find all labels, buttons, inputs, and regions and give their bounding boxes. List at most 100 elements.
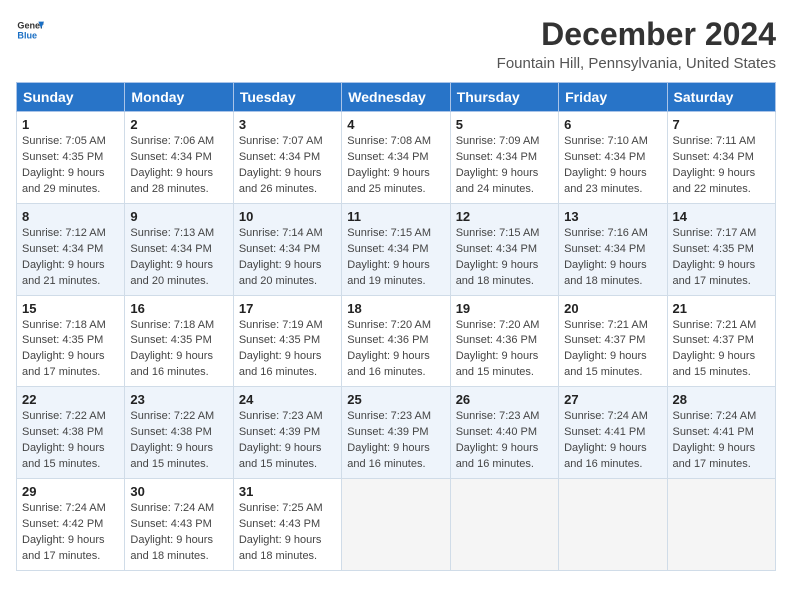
sunrise-text: Sunrise: 7:21 AM	[564, 319, 648, 331]
daylight-text: Daylight: 9 hours and 15 minutes.	[22, 442, 105, 470]
calendar-day-cell: 19Sunrise: 7:20 AMSunset: 4:36 PMDayligh…	[450, 295, 558, 387]
day-number: 7	[673, 117, 770, 132]
sunrise-text: Sunrise: 7:09 AM	[456, 135, 540, 147]
sunset-text: Sunset: 4:37 PM	[673, 334, 754, 346]
calendar-week-row: 22 Sunrise: 7:22 AMSunset: 4:38 PMDayligh…	[17, 387, 776, 479]
day-detail: Sunrise: 7:09 AMSunset: 4:34 PMDaylight:…	[456, 134, 553, 198]
day-number: 16	[130, 301, 227, 316]
calendar-week-row: 15 Sunrise: 7:18 AMSunset: 4:35 PMDayligh…	[17, 295, 776, 387]
sunrise-text: Sunrise: 7:08 AM	[347, 135, 431, 147]
day-detail: Sunrise: 7:24 AM Sunset: 4:42 PM Daylight:…	[22, 501, 119, 565]
day-detail: Sunrise: 7:24 AM Sunset: 4:41 PM Daylight:…	[564, 409, 661, 473]
day-detail: Sunrise: 7:15 AMSunset: 4:34 PMDaylight:…	[456, 226, 553, 290]
daylight-text: Daylight: 9 hours and 15 minutes.	[239, 442, 322, 470]
sunrise-text: Sunrise: 7:05 AM	[22, 135, 106, 147]
day-detail: Sunrise: 7:10 AMSunset: 4:34 PMDaylight:…	[564, 134, 661, 198]
daylight-text: Daylight: 9 hours and 18 minutes.	[564, 259, 647, 287]
day-detail: Sunrise: 7:18 AMSunset: 4:35 PMDaylight:…	[130, 318, 227, 382]
sunset-text: Sunset: 4:34 PM	[456, 243, 537, 255]
weekday-header-sunday: Sunday	[17, 83, 125, 112]
day-number: 17	[239, 301, 336, 316]
calendar-day-cell: 9Sunrise: 7:13 AMSunset: 4:34 PMDaylight…	[125, 203, 233, 295]
sunset-text: Sunset: 4:41 PM	[564, 426, 645, 438]
sunrise-text: Sunrise: 7:11 AM	[673, 135, 756, 147]
day-number: 3	[239, 117, 336, 132]
sunset-text: Sunset: 4:34 PM	[347, 151, 428, 163]
sunrise-text: Sunrise: 7:17 AM	[673, 227, 757, 239]
calendar-day-cell: 16 Sunrise: 7:18 AMSunset: 4:35 PMDayligh…	[125, 295, 233, 387]
sunset-text: Sunset: 4:41 PM	[673, 426, 754, 438]
daylight-text: Daylight: 9 hours and 21 minutes.	[22, 259, 105, 287]
day-detail: Sunrise: 7:22 AMSunset: 4:38 PMDaylight:…	[22, 409, 119, 473]
daylight-text: Daylight: 9 hours and 19 minutes.	[347, 259, 430, 287]
location-title: Fountain Hill, Pennsylvania, United Stat…	[497, 55, 776, 72]
sunset-text: Sunset: 4:38 PM	[22, 426, 103, 438]
sunset-text: Sunset: 4:43 PM	[130, 518, 211, 530]
sunset-text: Sunset: 4:36 PM	[456, 334, 537, 346]
weekday-header-wednesday: Wednesday	[342, 83, 450, 112]
sunset-text: Sunset: 4:40 PM	[456, 426, 537, 438]
day-detail: Sunrise: 7:21 AMSunset: 4:37 PMDaylight:…	[564, 318, 661, 382]
calendar-day-cell: 15Sunrise: 7:18 AMSunset: 4:35 PMDayligh…	[17, 295, 125, 387]
daylight-text: Daylight: 9 hours and 17 minutes.	[673, 259, 756, 287]
day-detail: Sunrise: 7:14 AMSunset: 4:34 PMDaylight:…	[239, 226, 336, 290]
calendar-day-cell: 5Sunrise: 7:09 AMSunset: 4:34 PMDaylight…	[450, 112, 558, 204]
sunset-text: Sunset: 4:34 PM	[130, 151, 211, 163]
sunset-text: Sunset: 4:42 PM	[22, 518, 103, 530]
day-number: 22	[22, 392, 119, 407]
daylight-text: Daylight: 9 hours and 15 minutes.	[673, 350, 756, 378]
calendar-day-cell: 4Sunrise: 7:08 AMSunset: 4:34 PMDaylight…	[342, 112, 450, 204]
sunset-text: Sunset: 4:34 PM	[22, 243, 103, 255]
calendar-day-cell: 25Sunrise: 7:23 AMSunset: 4:39 PMDayligh…	[342, 387, 450, 479]
day-number: 26	[456, 392, 553, 407]
day-number: 1	[22, 117, 119, 132]
weekday-header-monday: Monday	[125, 83, 233, 112]
day-number: 31	[239, 484, 336, 499]
daylight-text: Daylight: 9 hours and 16 minutes.	[564, 442, 647, 470]
daylight-text: Daylight: 9 hours and 16 minutes.	[456, 442, 539, 470]
weekday-header-row: SundayMondayTuesdayWednesdayThursdayFrid…	[17, 83, 776, 112]
calendar-day-cell: 24Sunrise: 7:23 AMSunset: 4:39 PMDayligh…	[233, 387, 341, 479]
calendar-week-row: 29Sunrise: 7:24 AMSunset: 4:42 PMDayligh…	[17, 479, 776, 571]
daylight-text: Daylight: 9 hours and 23 minutes.	[564, 167, 647, 195]
sunrise-text: Sunrise: 7:07 AM	[239, 135, 323, 147]
day-detail: Sunrise: 7:05 AM Sunset: 4:35 PM Daylight:…	[22, 134, 119, 198]
calendar-week-row: 8Sunrise: 7:12 AMSunset: 4:34 PMDaylight…	[17, 203, 776, 295]
sunrise-text: Sunrise: 7:24 AM	[564, 410, 648, 422]
daylight-text: Daylight: 9 hours and 17 minutes.	[22, 350, 105, 378]
day-detail: Sunrise: 7:21 AMSunset: 4:37 PMDaylight:…	[673, 318, 770, 382]
day-detail: Sunrise: 7:11 AMSunset: 4:34 PMDaylight:…	[673, 134, 770, 198]
sunset-text: Sunset: 4:39 PM	[239, 426, 320, 438]
calendar-day-cell: 31Sunrise: 7:25 AMSunset: 4:43 PMDayligh…	[233, 479, 341, 571]
sunset-text: Sunset: 4:35 PM	[22, 151, 103, 163]
daylight-text: Daylight: 9 hours and 15 minutes.	[456, 350, 539, 378]
day-number: 15	[22, 301, 119, 316]
calendar-day-cell	[450, 479, 558, 571]
daylight-text: Daylight: 9 hours and 17 minutes.	[22, 534, 105, 562]
sunrise-text: Sunrise: 7:13 AM	[130, 227, 214, 239]
day-detail: Sunrise: 7:13 AMSunset: 4:34 PMDaylight:…	[130, 226, 227, 290]
sunrise-text: Sunrise: 7:24 AM	[22, 502, 106, 514]
calendar-day-cell	[559, 479, 667, 571]
sunset-text: Sunset: 4:34 PM	[673, 151, 754, 163]
day-detail: Sunrise: 7:20 AMSunset: 4:36 PMDaylight:…	[347, 318, 444, 382]
sunset-text: Sunset: 4:35 PM	[22, 334, 103, 346]
daylight-text: Daylight: 9 hours and 15 minutes.	[564, 350, 647, 378]
calendar-day-cell: 18Sunrise: 7:20 AMSunset: 4:36 PMDayligh…	[342, 295, 450, 387]
day-detail: Sunrise: 7:16 AMSunset: 4:34 PMDaylight:…	[564, 226, 661, 290]
daylight-text: Daylight: 9 hours and 16 minutes.	[239, 350, 322, 378]
page-header: General Blue December 2024 Fountain Hill…	[16, 16, 776, 72]
calendar-day-cell	[667, 479, 775, 571]
day-detail: Sunrise: 7:23 AMSunset: 4:39 PMDaylight:…	[239, 409, 336, 473]
daylight-text: Daylight: 9 hours and 29 minutes.	[22, 167, 105, 195]
day-number: 21	[673, 301, 770, 316]
day-detail: Sunrise: 7:17 AMSunset: 4:35 PMDaylight:…	[673, 226, 770, 290]
calendar-day-cell: 14Sunrise: 7:17 AMSunset: 4:35 PMDayligh…	[667, 203, 775, 295]
day-number: 10	[239, 209, 336, 224]
calendar-day-cell: 29Sunrise: 7:24 AMSunset: 4:42 PMDayligh…	[17, 479, 125, 571]
calendar-day-cell: 13Sunrise: 7:16 AMSunset: 4:34 PMDayligh…	[559, 203, 667, 295]
sunrise-text: Sunrise: 7:15 AM	[347, 227, 431, 239]
calendar-day-cell: 11Sunrise: 7:15 AMSunset: 4:34 PMDayligh…	[342, 203, 450, 295]
day-number: 20	[564, 301, 661, 316]
logo: General Blue	[16, 16, 44, 44]
